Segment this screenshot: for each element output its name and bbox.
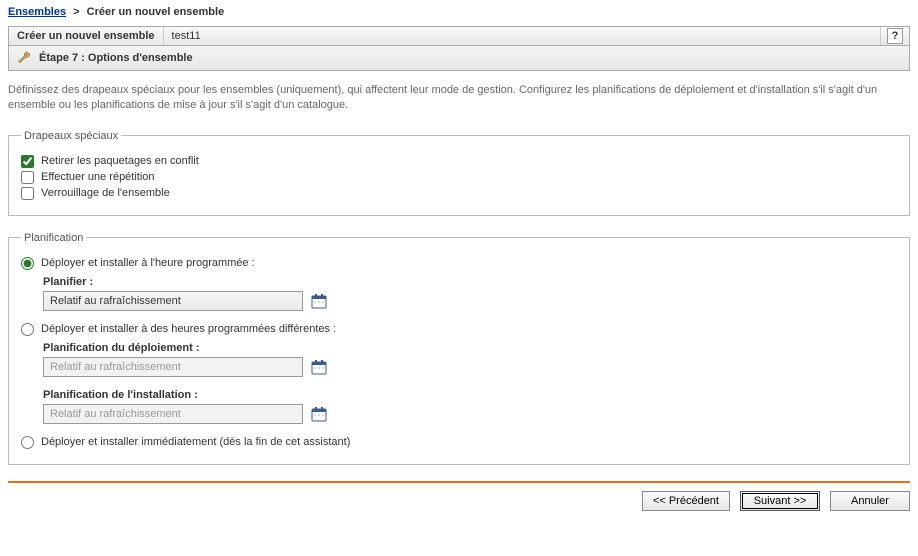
select-schedule-single[interactable]: Relatif au rafraîchissement — [43, 291, 303, 311]
breadcrumb-link-ensembles[interactable]: Ensembles — [8, 6, 66, 18]
radio-scheduled-time[interactable] — [21, 257, 34, 270]
radio-immediate[interactable] — [21, 436, 34, 449]
radio-row-immediate[interactable]: Déployer et installer immédiatement (dès… — [21, 436, 897, 449]
cancel-button[interactable]: Annuler — [830, 491, 910, 511]
block-schedule-deploy: Planification du déploiement : Relatif a… — [43, 342, 897, 377]
select-deploy-schedule: Relatif au rafraîchissement — [43, 357, 303, 377]
panel-title: Créer un nouvel ensemble — [9, 27, 164, 45]
radio-different-times[interactable] — [21, 323, 34, 336]
block-schedule-install: Planification de l'installation : Relati… — [43, 389, 897, 424]
label-different-times: Déployer et installer à des heures progr… — [41, 323, 336, 335]
checkbox-remove-conflict[interactable] — [21, 155, 34, 168]
label-install-schedule: Planification de l'installation : — [43, 389, 897, 401]
legend-special-flags: Drapeaux spéciaux — [21, 130, 121, 142]
block-schedule-single: Planifier : Relatif au rafraîchissement — [43, 276, 897, 311]
calendar-icon[interactable] — [309, 357, 329, 377]
breadcrumb: Ensembles > Créer un nouvel ensemble — [8, 6, 910, 18]
checkbox-dry-run[interactable] — [21, 171, 34, 184]
option-remove-conflict[interactable]: Retirer les paquetages en conflit — [21, 155, 897, 168]
breadcrumb-current: Créer un nouvel ensemble — [87, 6, 225, 18]
next-button[interactable]: Suivant >> — [740, 491, 820, 511]
help-button[interactable]: ? — [887, 28, 903, 44]
footer-separator — [8, 481, 910, 483]
panel-header: Créer un nouvel ensemble test11 ? — [8, 26, 910, 46]
step-header: Étape 7 : Options d'ensemble — [8, 46, 910, 71]
help-cell: ? — [880, 27, 909, 45]
bundle-name: test11 — [164, 27, 880, 45]
legend-schedule: Planification — [21, 232, 86, 244]
label-dry-run: Effectuer une répétition — [41, 171, 155, 183]
option-freeze[interactable]: Verrouillage de l'ensemble — [21, 187, 897, 200]
label-remove-conflict: Retirer les paquetages en conflit — [41, 155, 199, 167]
calendar-icon[interactable] — [309, 291, 329, 311]
wrench-icon — [17, 50, 33, 66]
fieldset-special-flags: Drapeaux spéciaux Retirer les paquetages… — [8, 130, 910, 216]
label-freeze: Verrouillage de l'ensemble — [41, 187, 170, 199]
radio-row-scheduled-time[interactable]: Déployer et installer à l'heure programm… — [21, 257, 897, 270]
label-planifier: Planifier : — [43, 276, 897, 288]
calendar-icon[interactable] — [309, 404, 329, 424]
fieldset-schedule: Planification Déployer et installer à l'… — [8, 232, 910, 465]
step-label: Étape 7 : Options d'ensemble — [39, 52, 193, 64]
label-deploy-schedule: Planification du déploiement : — [43, 342, 897, 354]
label-scheduled-time: Déployer et installer à l'heure programm… — [41, 257, 255, 269]
label-immediate: Déployer et installer immédiatement (dès… — [41, 436, 350, 448]
radio-row-different-times[interactable]: Déployer et installer à des heures progr… — [21, 323, 897, 336]
button-row: << Précédent Suivant >> Annuler — [8, 491, 910, 511]
back-button[interactable]: << Précédent — [642, 491, 730, 511]
breadcrumb-separator: > — [73, 6, 79, 18]
description-text: Définissez des drapeaux spéciaux pour le… — [8, 83, 910, 114]
select-install-schedule: Relatif au rafraîchissement — [43, 404, 303, 424]
checkbox-freeze[interactable] — [21, 187, 34, 200]
option-dry-run[interactable]: Effectuer une répétition — [21, 171, 897, 184]
